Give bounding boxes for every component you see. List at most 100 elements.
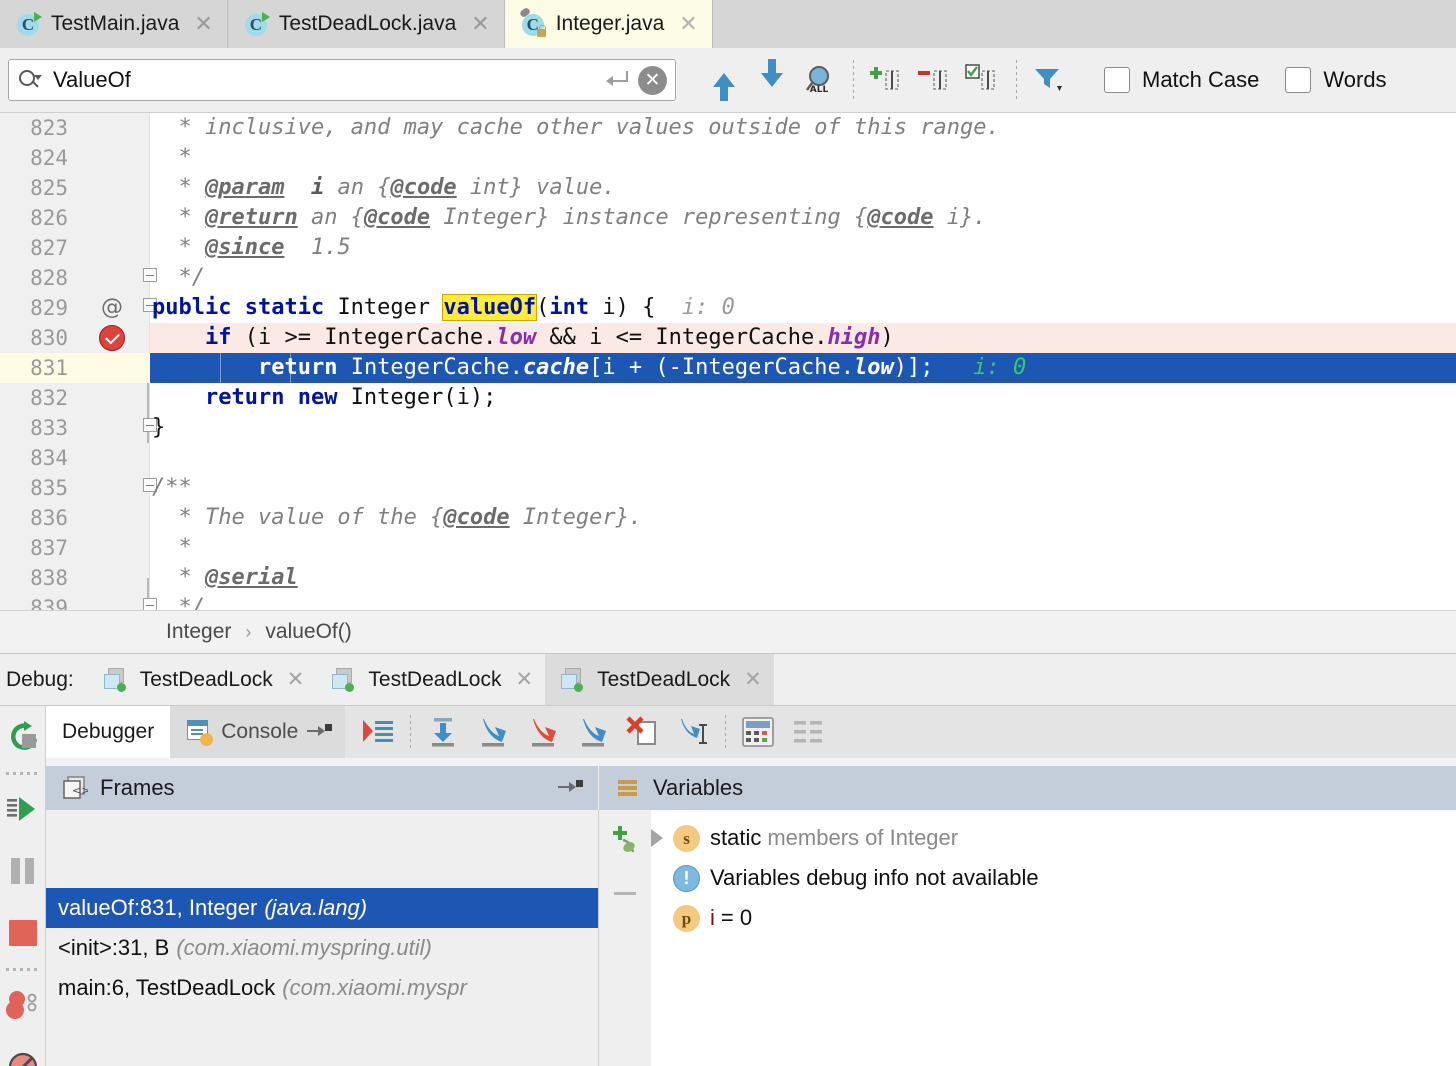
editor-tab-testmain[interactable]: C TestMain.java ✕	[0, 0, 228, 48]
code-text[interactable]: * inclusive, and may cache other values …	[152, 113, 999, 143]
code-line[interactable]: 830 if (i >= IntegerCache.low && i <= In…	[0, 323, 1456, 353]
find-all-button[interactable]: ALL	[796, 56, 844, 104]
breakpoint-icon[interactable]	[92, 323, 132, 353]
code-line[interactable]: 829 @ public static Integer valueOf(int i)…	[0, 293, 1456, 323]
code-line[interactable]: 835 /**	[0, 473, 1456, 503]
code-text[interactable]: /**	[152, 473, 192, 503]
code-editor[interactable]: 823 * inclusive, and may cache other val…	[0, 113, 1456, 610]
code-text[interactable]: if (i >= IntegerCache.low && i <= Intege…	[152, 323, 894, 353]
frames-list[interactable]: valueOf:831, Integer (java.lang) <init>:31…	[46, 888, 598, 1008]
code-lines[interactable]: 823 * inclusive, and may cache other val…	[0, 113, 1456, 610]
close-icon[interactable]: ✕	[744, 667, 762, 692]
code-line[interactable]: 832 return new Integer(i);	[0, 383, 1456, 413]
frame-row[interactable]: valueOf:831, Integer (java.lang)	[46, 888, 598, 928]
clear-circle-icon[interactable]: ✕	[638, 65, 667, 95]
variable-row[interactable]: s static members of Integer	[651, 818, 1456, 858]
code-line[interactable]: 836 * The value of the {@code Integer}.	[0, 503, 1456, 533]
code-line[interactable]: 839 */	[0, 593, 1456, 610]
code-text[interactable]: *	[152, 533, 191, 563]
select-all-occurrences-button[interactable]	[959, 56, 1007, 104]
code-text[interactable]: return IntegerCache.cache[i + (-IntegerC…	[152, 353, 1026, 383]
code-line[interactable]: 837 *	[0, 533, 1456, 563]
find-previous-button[interactable]	[700, 56, 748, 104]
code-text[interactable]: }	[152, 413, 165, 443]
expand-triangle-icon[interactable]	[651, 829, 663, 847]
code-text[interactable]: * @serial	[152, 563, 297, 593]
rerun-button[interactable]	[0, 706, 46, 768]
code-text[interactable]: public static Integer valueOf(int i) { i…	[152, 293, 735, 323]
tab-debugger[interactable]: Debugger	[46, 706, 171, 758]
search-input[interactable]: ValueOf	[41, 67, 604, 93]
breadcrumb-class[interactable]: Integer	[166, 620, 231, 644]
code-line[interactable]: 823 * inclusive, and may cache other val…	[0, 113, 1456, 143]
drop-frame-button[interactable]	[618, 706, 668, 758]
settings-arrow-icon[interactable]	[558, 778, 583, 798]
code-text[interactable]: */	[152, 593, 205, 610]
line-number: 824	[30, 146, 68, 170]
step-over-button[interactable]	[418, 706, 468, 758]
code-line[interactable]: 826 * @return an {@code Integer} instanc…	[0, 203, 1456, 233]
frame-row[interactable]: <init>:31, B (com.xiaomi.myspring.util)	[46, 928, 598, 968]
frames-panel[interactable]: "main"@1 in group ... valueOf:831, Int	[46, 810, 598, 1066]
annotation-gutter-icon[interactable]: @	[92, 293, 132, 323]
settings-button[interactable]	[783, 706, 833, 758]
code-text[interactable]: * The value of the {@code Integer}.	[152, 503, 642, 533]
close-icon[interactable]: ✕	[471, 13, 489, 35]
force-step-into-button[interactable]	[518, 706, 568, 758]
debug-tab-label: TestDeadLock	[139, 667, 273, 691]
debug-tab-3[interactable]: TestDeadLock ✕	[545, 654, 774, 705]
remove-watch-button[interactable]	[599, 868, 651, 920]
tab-console[interactable]: Console	[170, 706, 346, 758]
match-case-checkbox[interactable]	[1104, 67, 1130, 93]
code-line[interactable]: 825 * @param i an {@code int} value.	[0, 173, 1456, 203]
code-text[interactable]: * @since 1.5	[152, 233, 350, 263]
show-execution-point-button[interactable]	[353, 706, 403, 758]
search-field[interactable]: ValueOf ✕	[8, 59, 676, 101]
code-line[interactable]: 827 * @since 1.5	[0, 233, 1456, 263]
resume-program-button[interactable]	[0, 778, 46, 840]
step-out-button[interactable]	[568, 706, 618, 758]
variables-list[interactable]: s static members of Integer! Variables deb…	[651, 818, 1456, 938]
code-text[interactable]: */	[152, 263, 205, 293]
view-breakpoints-button[interactable]	[0, 974, 46, 1036]
close-icon[interactable]: ✕	[679, 13, 697, 35]
code-text[interactable]: * @param i an {@code int} value.	[152, 173, 615, 203]
code-line[interactable]: 833}	[0, 413, 1456, 443]
run-to-cursor-button[interactable]	[668, 706, 718, 758]
step-into-button[interactable]	[468, 706, 518, 758]
debug-tab-2[interactable]: TestDeadLock ✕	[316, 654, 545, 705]
find-next-button[interactable]	[748, 56, 796, 104]
frame-row[interactable]: main:6, TestDeadLock (com.xiaomi.myspr	[46, 968, 598, 1008]
words-checkbox[interactable]	[1285, 67, 1312, 93]
variables-panel[interactable]: s static members of Integer! Variables deb…	[599, 810, 1456, 1066]
magnifier-dropdown-icon[interactable]	[19, 69, 42, 91]
stop-button[interactable]	[0, 902, 46, 964]
code-line[interactable]: 831 return IntegerCache.cache[i + (-Inte…	[0, 353, 1456, 383]
close-icon[interactable]: ✕	[287, 667, 305, 692]
remove-selection-button[interactable]	[911, 56, 959, 104]
evaluate-expression-button[interactable]	[733, 706, 783, 758]
editor-tab-integer[interactable]: C Integer.java ✕	[504, 0, 713, 48]
code-line[interactable]: 828 */	[0, 263, 1456, 293]
breadcrumb-method[interactable]: valueOf()	[265, 620, 351, 644]
variable-row[interactable]: ! Variables debug info not available	[651, 858, 1456, 898]
settings-arrow-icon[interactable]	[307, 722, 333, 742]
debug-tab-1[interactable]: TestDeadLock ✕	[88, 654, 317, 705]
code-line[interactable]: 834	[0, 443, 1456, 473]
code-line[interactable]: 824 *	[0, 143, 1456, 173]
add-selection-button[interactable]	[863, 56, 911, 104]
code-text[interactable]: *	[152, 143, 191, 173]
close-icon[interactable]: ✕	[515, 667, 533, 692]
code-line[interactable]: 838 * @serial	[0, 563, 1456, 593]
mute-breakpoints-button[interactable]	[0, 1036, 46, 1066]
code-text[interactable]: return new Integer(i);	[152, 383, 496, 413]
line-number: 833	[30, 416, 68, 440]
variable-name: static	[710, 825, 762, 850]
code-text[interactable]: * @return an {@code Integer} instance re…	[152, 203, 986, 233]
pause-program-button[interactable]	[0, 840, 46, 902]
variable-row[interactable]: pi = 0	[651, 898, 1456, 938]
filter-button[interactable]	[1026, 56, 1074, 104]
editor-tab-testdeadlock[interactable]: C TestDeadLock.java ✕	[227, 0, 505, 48]
add-watch-button[interactable]	[599, 810, 651, 868]
close-icon[interactable]: ✕	[194, 13, 212, 35]
